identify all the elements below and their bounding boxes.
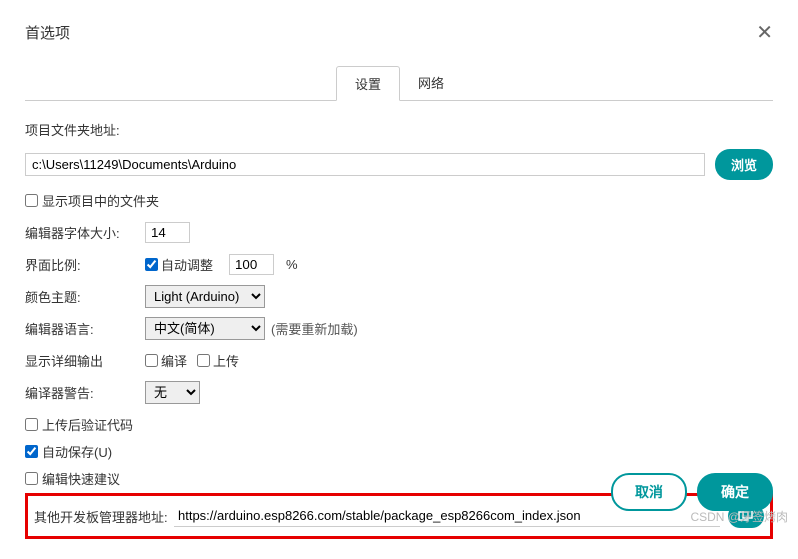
verbose-compile-checkbox[interactable]	[145, 354, 158, 367]
ok-button[interactable]: 确定	[697, 473, 773, 511]
sketch-location-label: 项目文件夹地址:	[25, 120, 120, 139]
sketch-location-input[interactable]	[25, 153, 705, 176]
theme-label: 颜色主题:	[25, 287, 145, 306]
browse-button[interactable]: 浏览	[715, 149, 773, 180]
font-size-input[interactable]	[145, 222, 190, 243]
watermark-text: CSDN @牙签烤肉	[690, 508, 788, 525]
verify-after-upload-checkbox[interactable]	[25, 418, 38, 431]
lang-label: 编辑器语言:	[25, 319, 145, 338]
dialog-header: 首选项 ✕	[25, 20, 773, 45]
close-icon[interactable]: ✕	[756, 20, 773, 45]
board-urls-label: 其他开发板管理器地址:	[34, 507, 174, 526]
show-files-checkbox[interactable]	[25, 194, 38, 207]
show-files-label: 显示项目中的文件夹	[42, 191, 159, 210]
dialog-footer: 取消 确定	[611, 473, 773, 511]
scale-label: 界面比例:	[25, 255, 145, 274]
warnings-select[interactable]: 无	[145, 381, 200, 404]
lang-select[interactable]: 中文(简体)	[145, 317, 265, 340]
tab-bar: 设置 网络	[25, 65, 773, 101]
verbose-upload-checkbox[interactable]	[197, 354, 210, 367]
tab-settings[interactable]: 设置	[336, 66, 400, 101]
verbose-label: 显示详细输出	[25, 351, 145, 370]
quick-suggest-label: 编辑快速建议	[42, 469, 120, 488]
auto-adjust-checkbox[interactable]	[145, 258, 158, 271]
lang-hint: (需要重新加载)	[271, 319, 358, 338]
scale-input[interactable]	[229, 254, 274, 275]
font-size-label: 编辑器字体大小:	[25, 223, 145, 242]
dialog-title: 首选项	[25, 22, 70, 43]
verify-after-upload-label: 上传后验证代码	[42, 415, 133, 434]
preferences-dialog: 首选项 ✕ 设置 网络 项目文件夹地址: 浏览 显示项目中的文件夹 编辑器字体大…	[0, 0, 798, 559]
autosave-checkbox[interactable]	[25, 445, 38, 458]
autosave-label: 自动保存(U)	[42, 442, 112, 461]
verbose-compile-label: 编译	[161, 351, 187, 370]
cancel-button[interactable]: 取消	[611, 473, 687, 511]
verbose-upload-label: 上传	[213, 351, 239, 370]
warnings-label: 编译器警告:	[25, 383, 145, 402]
auto-adjust-label: 自动调整	[161, 255, 213, 274]
scale-unit: %	[286, 257, 298, 272]
theme-select[interactable]: Light (Arduino)	[145, 285, 265, 308]
tab-network[interactable]: 网络	[400, 66, 462, 101]
quick-suggest-checkbox[interactable]	[25, 472, 38, 485]
